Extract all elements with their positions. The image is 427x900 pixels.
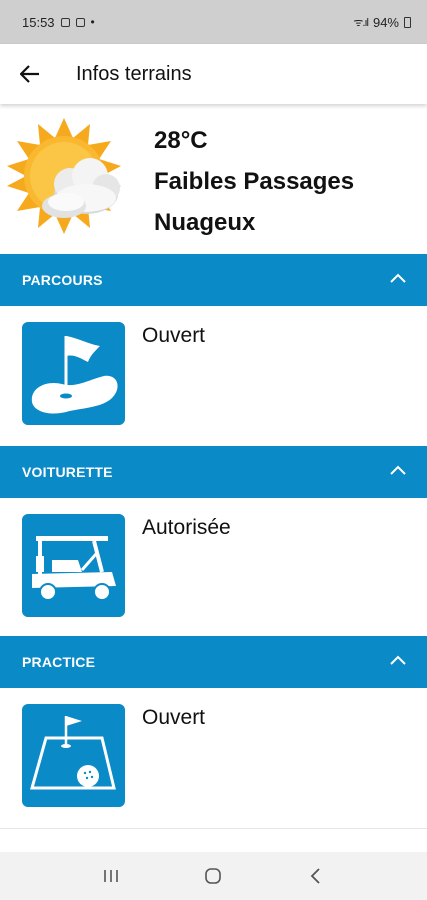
section-body-voiturette: Autorisée xyxy=(0,498,427,634)
home-icon xyxy=(205,868,222,884)
battery-icon xyxy=(404,16,411,28)
practice-range-icon xyxy=(22,704,125,807)
battery-percent: 94% xyxy=(372,14,399,30)
status-time: 15:53 xyxy=(22,14,55,30)
back-button[interactable] xyxy=(0,44,60,104)
chevron-up-icon xyxy=(390,465,406,475)
arrow-left-icon xyxy=(20,65,39,83)
home-button[interactable] xyxy=(193,856,233,896)
weather-description-line2: Nuageux xyxy=(154,209,256,236)
status-right: ᯤ.ıl 94% xyxy=(353,15,411,30)
section-body-parcours: Ouvert xyxy=(0,306,427,444)
golf-flag-green-icon xyxy=(22,322,125,425)
wifi-signal-icon: ᯤ.ıl xyxy=(353,16,369,29)
section-title: PRACTICE xyxy=(22,654,96,670)
recent-apps-button[interactable] xyxy=(91,856,131,896)
sun-cloud-icon xyxy=(7,118,121,234)
status-left: 15:53 • xyxy=(22,15,95,30)
practice-status: Ouvert xyxy=(142,706,206,729)
voiturette-status: Autorisée xyxy=(142,516,231,539)
system-back-button[interactable] xyxy=(296,856,336,896)
parcours-status: Ouvert xyxy=(142,324,206,347)
golf-cart-icon xyxy=(22,514,125,617)
status-bar: 15:53 • ᯤ.ıl 94% xyxy=(0,0,427,44)
app-bar: Infos terrains xyxy=(0,44,427,104)
weather-temperature: 28°C xyxy=(154,127,208,154)
recent-apps-icon xyxy=(104,870,118,882)
more-notifications-icon: • xyxy=(90,15,95,29)
section-title: VOITURETTE xyxy=(22,464,113,480)
chevron-up-icon xyxy=(390,655,406,665)
weather-description-line1: Faibles Passages xyxy=(154,168,355,195)
next-section-header-partial[interactable] xyxy=(0,828,427,852)
chevron-up-icon xyxy=(390,273,406,283)
weather-panel: 28°C Faibles Passages Nuageux xyxy=(0,108,427,254)
weather-text: 28°C Faibles Passages Nuageux xyxy=(154,120,354,243)
system-navigation-bar xyxy=(0,852,427,900)
section-title: PARCOURS xyxy=(22,272,103,288)
gallery-notification-icon xyxy=(75,17,85,27)
section-body-practice: Ouvert xyxy=(0,688,427,828)
page-title: Infos terrains xyxy=(76,62,192,85)
chevron-left-icon xyxy=(310,868,320,884)
notification-icon xyxy=(60,17,70,27)
section-header-parcours[interactable]: PARCOURS xyxy=(0,254,427,306)
section-header-practice[interactable]: PRACTICE xyxy=(0,636,427,688)
section-header-voiturette[interactable]: VOITURETTE xyxy=(0,446,427,498)
